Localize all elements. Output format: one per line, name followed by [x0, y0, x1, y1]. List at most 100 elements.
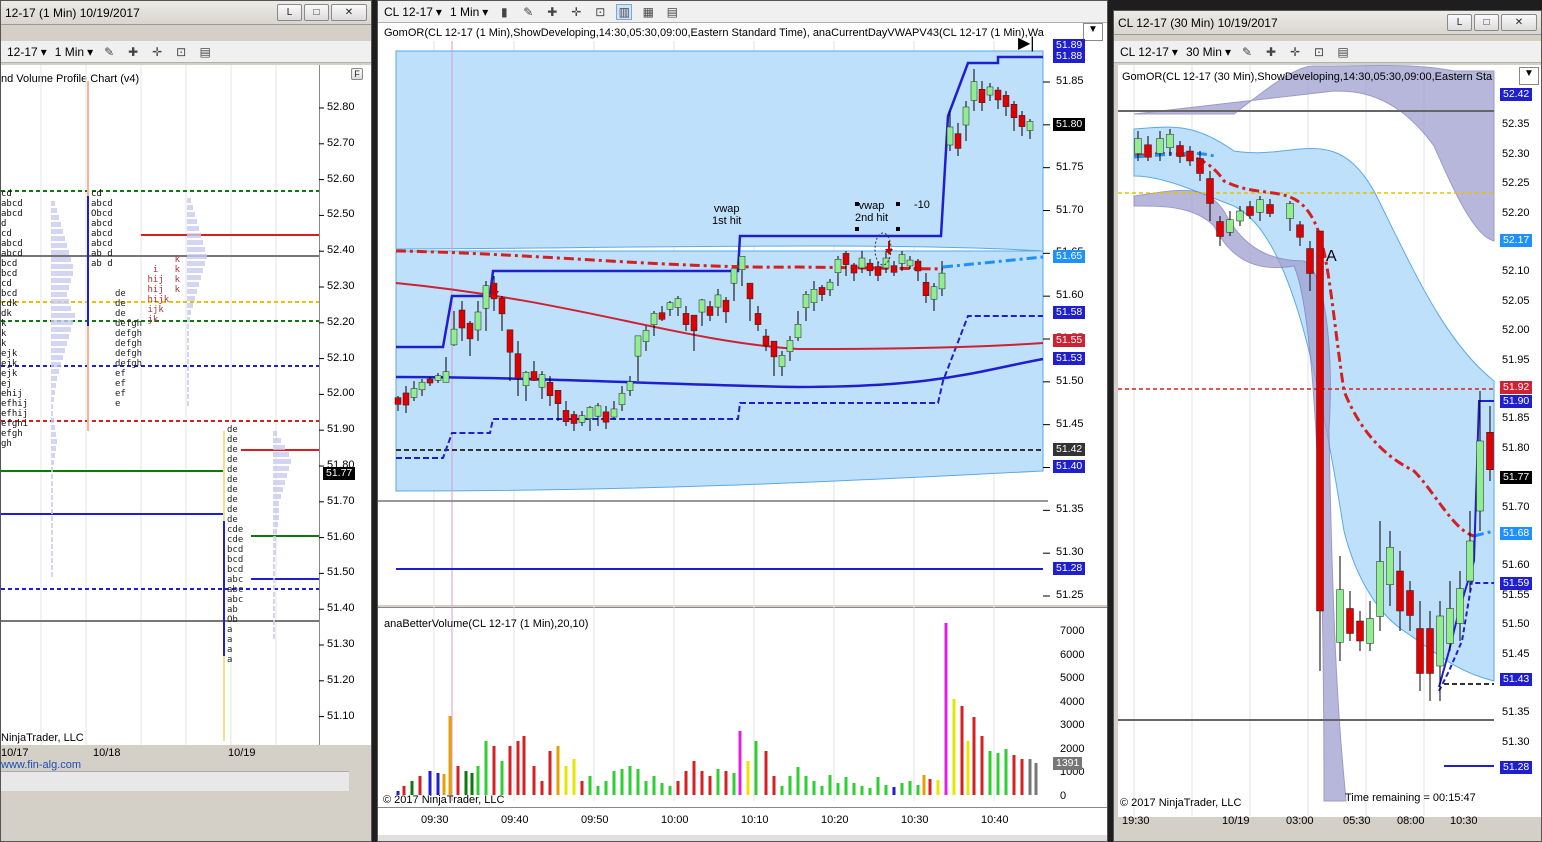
candlestick — [682, 313, 690, 325]
candlestick — [418, 381, 426, 391]
volume-profile-bar — [187, 345, 189, 350]
volume-bar — [908, 781, 912, 795]
volume-profile-bar — [51, 411, 53, 416]
price-label: 51.70 — [327, 494, 355, 507]
volume-bar — [788, 776, 792, 795]
candlestick — [826, 281, 834, 291]
volume-profile-bar — [187, 310, 191, 315]
volume-bar — [724, 771, 728, 795]
price-box: 51.42 — [1053, 443, 1086, 456]
volume-bar — [556, 746, 560, 795]
volume-bar — [928, 779, 932, 795]
price-box: 51.65 — [1053, 250, 1086, 263]
volume-profile-bar — [51, 285, 69, 290]
volume-bar — [564, 766, 568, 795]
volume-profile-bar — [51, 376, 57, 381]
price-label: 51.95 — [1502, 353, 1530, 366]
price-label: 52.80 — [327, 101, 355, 113]
volume-profile-bar — [273, 501, 279, 506]
price-box: 51.28 — [1053, 562, 1086, 575]
volume-profile-bar — [187, 387, 189, 392]
volume-profile-bar — [273, 620, 275, 625]
candlestick — [1476, 440, 1484, 512]
volume-profile-bar — [273, 627, 275, 632]
volume-bar — [540, 781, 544, 795]
candlestick — [1486, 432, 1494, 470]
volume-bar — [418, 776, 422, 795]
volume-bar — [492, 746, 496, 795]
scroll-dropdown[interactable]: ▼ — [1519, 67, 1539, 85]
volume-profile-bar — [273, 529, 277, 534]
price-label: 51.80 — [1502, 441, 1530, 454]
volume-profile-bar — [187, 275, 201, 280]
candlestick — [954, 133, 962, 149]
candlestick — [402, 392, 410, 406]
tpo-column-4: de de de de de de de de de de cde cde bc… — [227, 425, 244, 665]
scroll-dropdown[interactable]: ▼ — [1083, 23, 1103, 41]
volume-bar — [470, 773, 474, 795]
left-scrollbar[interactable] — [1, 771, 349, 791]
volume-profile-bar — [273, 564, 275, 569]
candlestick — [978, 89, 986, 103]
volume-profile-bar — [51, 467, 53, 472]
volume-bar — [620, 769, 624, 795]
time-label: 03:00 — [1286, 815, 1314, 827]
volume-bar — [442, 774, 446, 795]
volume-profile-bar — [273, 634, 275, 639]
candlestick — [1356, 620, 1364, 642]
volume-profile-bar — [51, 327, 71, 332]
volume-profile-bar — [51, 523, 53, 528]
volume-bar — [746, 761, 750, 795]
volume-profile-bar — [187, 226, 199, 231]
volume-bar — [988, 751, 992, 795]
candlestick — [970, 81, 978, 101]
vwap-first-hit-annotation: vwap 1st hit — [712, 203, 742, 227]
candlestick — [1456, 588, 1464, 624]
middle-scrollbar[interactable] — [378, 835, 1107, 841]
candlestick — [434, 375, 442, 381]
volume-profile-bar — [187, 205, 193, 210]
candlestick — [1018, 115, 1026, 127]
price-label: 51.50 — [1502, 618, 1530, 631]
candlestick — [626, 381, 634, 391]
candlestick — [722, 299, 730, 313]
candlestick — [538, 374, 546, 388]
volume-profile-bar — [273, 522, 278, 527]
volume-bar — [500, 761, 504, 795]
price-label: 52.50 — [327, 208, 355, 221]
candlestick — [1386, 547, 1394, 585]
volume-profile-bar — [51, 502, 53, 507]
volume-bar — [868, 788, 872, 795]
volume-profile-bar — [273, 571, 275, 576]
volume-bar — [448, 716, 452, 795]
time-label: 10/19 — [228, 747, 256, 759]
right-copyright: © 2017 NinjaTrader, LLC — [1120, 797, 1242, 809]
candlestick — [506, 329, 514, 353]
price-label: 51.70 — [1502, 500, 1530, 513]
volume-profile-bar — [273, 473, 287, 478]
volume-tick: 5000 — [1060, 672, 1085, 684]
candlestick — [898, 254, 906, 264]
time-label: 09:40 — [501, 814, 529, 826]
volume-bar — [900, 783, 904, 795]
price-box: 51.53 — [1053, 352, 1086, 365]
middle-chart-svg — [378, 41, 1050, 801]
goto-end-icon[interactable]: ▶| — [1018, 33, 1034, 53]
candlestick — [1316, 230, 1324, 612]
volume-profile-bar — [51, 509, 53, 514]
left-site-link[interactable]: www.fin-alg.com — [1, 759, 81, 771]
candlestick — [458, 309, 466, 329]
volume-profile-bar — [51, 299, 69, 304]
volume-profile-bar — [51, 418, 54, 423]
volume-bar — [738, 731, 742, 795]
candlestick — [1166, 134, 1174, 148]
volume-profile-bar — [51, 453, 55, 458]
candlestick — [1134, 138, 1142, 154]
volume-profile-bar — [187, 296, 195, 301]
volume-bar — [428, 771, 432, 795]
right-chart-window: CL 12-17 (30 Min) 10/19/2017 L □ ✕ CL 12… — [1113, 10, 1542, 842]
price-box: 51.88 — [1053, 50, 1086, 63]
volume-bar — [692, 761, 696, 795]
price-label: 51.30 — [1502, 735, 1530, 748]
volume-profile-bar — [51, 481, 53, 486]
